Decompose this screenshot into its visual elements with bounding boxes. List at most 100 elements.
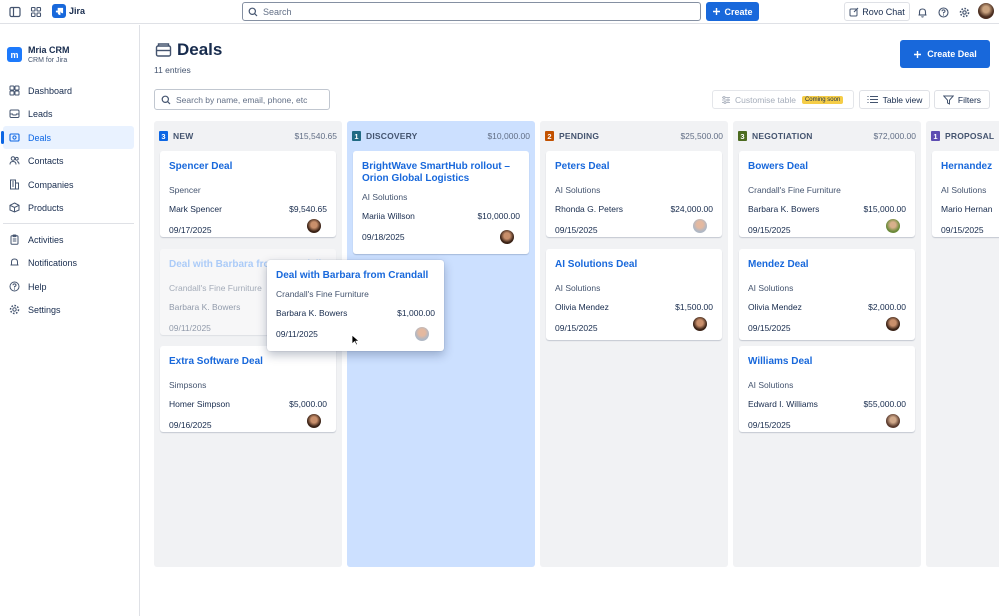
deal-card[interactable]: Peters Deal AI Solutions Rhonda G. Peter… — [546, 151, 722, 237]
deal-date: 09/15/2025 — [555, 323, 598, 333]
column-count-badge: 1 — [931, 131, 940, 141]
deal-title[interactable]: BrightWave SmartHub rollout – Orion Glob… — [362, 161, 521, 185]
deal-amount: $5,000.00 — [289, 399, 327, 409]
deals-icon — [8, 132, 20, 144]
deal-company: Crandall's Fine Furniture — [276, 289, 369, 299]
deal-card[interactable]: Hernandez AI Solutions Mario Hernan 09/1… — [932, 151, 999, 237]
jira-logo-icon[interactable] — [52, 4, 66, 18]
sidebar-item-help[interactable]: Help — [3, 275, 134, 298]
sidebar-item-deals[interactable]: Deals — [1, 126, 134, 149]
deal-date: 09/15/2025 — [748, 323, 791, 333]
gear-icon[interactable] — [957, 5, 971, 19]
deal-title[interactable]: Mendez Deal — [748, 259, 907, 271]
deal-card[interactable]: BrightWave SmartHub rollout – Orion Glob… — [353, 151, 529, 254]
deal-amount: $24,000.00 — [670, 204, 713, 214]
sidebar: m Mria CRM CRM for Jira Dashboard Leads … — [0, 25, 140, 616]
deal-search-placeholder: Search by name, email, phone, etc — [176, 94, 308, 105]
deal-card[interactable]: AI Solutions Deal AI Solutions Olivia Me… — [546, 249, 722, 340]
deal-company: Crandall's Fine Furniture — [748, 185, 841, 195]
sidebar-item-label: Companies — [28, 179, 74, 190]
mouse-cursor-icon — [351, 334, 361, 346]
sidebar-item-label: Settings — [28, 304, 61, 315]
sidebar-item-companies[interactable]: Companies — [3, 173, 134, 196]
create-button[interactable]: Create — [706, 2, 759, 21]
column-count-badge: 2 — [545, 131, 554, 141]
owner-avatar — [886, 317, 900, 331]
deal-date: 09/15/2025 — [748, 225, 791, 235]
deal-contact: Homer Simpson — [169, 399, 230, 409]
column-header: 2 PENDING $25,500.00 — [545, 130, 723, 142]
deal-amount: $10,000.00 — [477, 211, 520, 221]
deal-date: 09/16/2025 — [169, 420, 212, 430]
deal-title[interactable]: Hernandez — [941, 161, 992, 173]
app-switcher-icon[interactable] — [29, 5, 43, 19]
deal-title[interactable]: AI Solutions Deal — [555, 259, 714, 271]
deal-company: Simpsons — [169, 380, 207, 390]
deal-contact: Olivia Mendez — [555, 302, 609, 312]
deal-date: 09/11/2025 — [169, 323, 211, 333]
column-proposal: 1 PROPOSAL Hernandez AI Solutions Mario … — [926, 121, 999, 567]
inbox-icon — [8, 108, 20, 120]
sidebar-item-settings[interactable]: Settings — [3, 298, 134, 321]
sidebar-item-leads[interactable]: Leads — [3, 102, 134, 125]
deal-contact: Mark Spencer — [169, 204, 222, 214]
sidebar-toggle-icon[interactable] — [8, 5, 22, 19]
deal-amount: $9,540.65 — [289, 204, 327, 214]
table-view-button[interactable]: Table view — [859, 90, 930, 109]
column-header: 1 DISCOVERY $10,000.00 — [352, 130, 530, 142]
sidebar-item-contacts[interactable]: Contacts — [3, 149, 134, 172]
sidebar-item-label: Dashboard — [28, 85, 73, 96]
column-total: $10,000.00 — [487, 131, 530, 141]
create-deal-button[interactable]: Create Deal — [900, 40, 990, 68]
top-navigation-bar: Jira Search Create Rovo Chat — [0, 0, 999, 24]
deal-contact: Barbara K. Bowers — [748, 204, 820, 214]
app-logo-icon: m — [7, 47, 22, 62]
sidebar-item-label: Contacts — [28, 155, 64, 166]
column-total: $72,000.00 — [873, 131, 916, 141]
rovo-chat-button[interactable]: Rovo Chat — [844, 2, 910, 21]
app-name[interactable]: Jira — [69, 6, 85, 16]
sidebar-item-dashboard[interactable]: Dashboard — [3, 79, 134, 102]
column-header: 1 PROPOSAL — [931, 130, 999, 142]
filters-button[interactable]: Filters — [934, 90, 990, 109]
rovo-chat-label: Rovo Chat — [862, 6, 905, 17]
deal-amount: $15,000.00 — [863, 204, 906, 214]
user-avatar[interactable] — [978, 3, 994, 19]
bell-icon[interactable] — [915, 5, 929, 19]
global-search-input[interactable]: Search — [242, 2, 701, 21]
deal-search-input[interactable]: Search by name, email, phone, etc — [154, 89, 330, 110]
search-icon — [248, 7, 258, 17]
owner-avatar — [693, 219, 707, 233]
deal-title[interactable]: Spencer Deal — [169, 161, 328, 173]
chat-edit-icon — [849, 7, 859, 17]
plus-icon — [712, 7, 721, 16]
column-name: NEGOTIATION — [752, 131, 813, 141]
deal-card[interactable]: Mendez Deal AI Solutions Olivia Mendez $… — [739, 249, 915, 340]
sidebar-item-notifications[interactable]: Notifications — [3, 251, 134, 274]
deal-company: AI Solutions — [941, 185, 987, 195]
deal-card[interactable]: Bowers Deal Crandall's Fine Furniture Ba… — [739, 151, 915, 237]
deal-date: 09/15/2025 — [555, 225, 598, 235]
column-count-badge: 3 — [738, 131, 747, 141]
column-name: NEW — [173, 131, 194, 141]
deal-date: 09/11/2025 — [276, 329, 318, 339]
customise-table-label: Customise table — [735, 94, 796, 105]
sidebar-item-activities[interactable]: Activities — [3, 228, 134, 251]
deal-amount: $1,500.00 — [675, 302, 713, 312]
create-deal-label: Create Deal — [927, 49, 977, 59]
column-count-badge: 3 — [159, 131, 168, 141]
deal-card[interactable]: Extra Software Deal Simpsons Homer Simps… — [160, 346, 336, 432]
deal-card[interactable]: Williams Deal AI Solutions Edward I. Wil… — [739, 346, 915, 432]
sidebar-item-products[interactable]: Products — [3, 196, 134, 219]
people-icon — [8, 155, 20, 167]
column-header: 3 NEW $15,540.65 — [159, 130, 337, 142]
deal-title[interactable]: Bowers Deal — [748, 161, 907, 173]
deal-title[interactable]: Peters Deal — [555, 161, 714, 173]
filter-icon — [942, 95, 954, 105]
help-icon[interactable] — [936, 5, 950, 19]
deal-title[interactable]: Williams Deal — [748, 356, 907, 368]
deal-title[interactable]: Deal with Barbara from Crandall — [276, 270, 436, 282]
deal-title[interactable]: Extra Software Deal — [169, 356, 328, 368]
deal-card[interactable]: Spencer Deal Spencer Mark Spencer $9,540… — [160, 151, 336, 237]
search-placeholder: Search — [263, 6, 292, 17]
